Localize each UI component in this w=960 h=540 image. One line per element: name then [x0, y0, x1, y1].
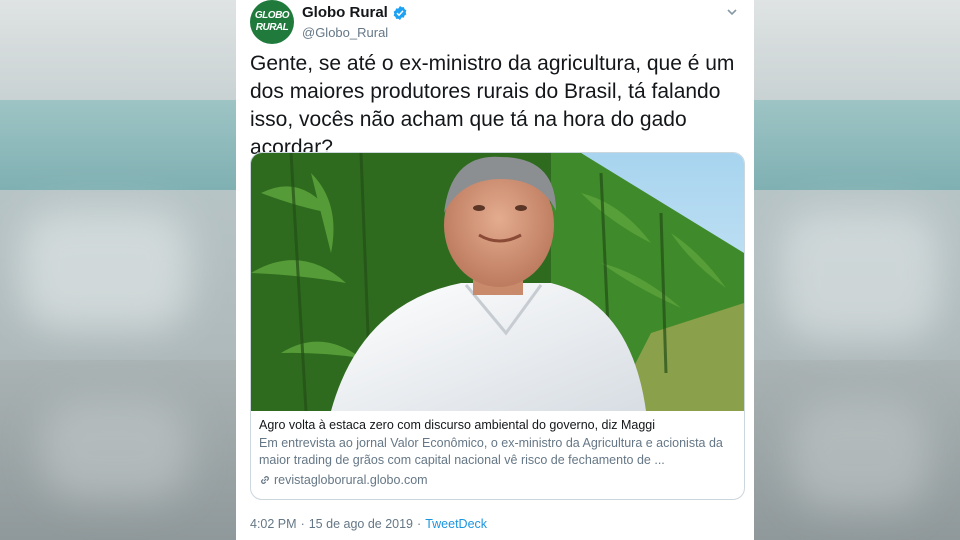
- handle[interactable]: @Globo_Rural: [302, 25, 408, 40]
- avatar-text-bottom: RURAL: [255, 22, 289, 33]
- tweet-date[interactable]: 15 de ago de 2019: [309, 517, 413, 531]
- avatar[interactable]: GLOBO RURAL: [250, 0, 294, 44]
- tweet-source-link[interactable]: TweetDeck: [425, 517, 487, 531]
- avatar-text-top: GLOBO: [254, 10, 290, 21]
- verified-badge-icon: [393, 5, 407, 20]
- account-names[interactable]: Globo Rural @Globo_Rural: [302, 4, 408, 40]
- tweet-card: GLOBO RURAL Globo Rural @Globo_Rural Gen…: [236, 0, 754, 540]
- chevron-down-icon[interactable]: [726, 6, 738, 18]
- link-preview-card[interactable]: Agro volta à estaca zero com discurso am…: [250, 152, 745, 500]
- link-preview-domain: revistagloborural.globo.com: [274, 473, 428, 487]
- display-name[interactable]: Globo Rural: [302, 4, 388, 21]
- tweet-header: GLOBO RURAL Globo Rural @Globo_Rural: [250, 0, 740, 48]
- article-photo: [251, 153, 744, 411]
- link-preview-title: Agro volta à estaca zero com discurso am…: [259, 418, 656, 432]
- link-preview-domain-row: revistagloborural.globo.com: [259, 473, 735, 487]
- tweet-time[interactable]: 4:02 PM: [250, 517, 297, 531]
- tweet-text: Gente, se até o ex-ministro da agricultu…: [250, 52, 735, 159]
- link-preview-description: Em entrevista ao jornal Valor Econômico,…: [259, 436, 723, 467]
- tweet-metadata: 4:02 PM · 15 de ago de 2019 · TweetDeck: [250, 517, 488, 531]
- link-preview-text: Agro volta à estaca zero com discurso am…: [259, 417, 735, 487]
- link-icon: [261, 476, 269, 484]
